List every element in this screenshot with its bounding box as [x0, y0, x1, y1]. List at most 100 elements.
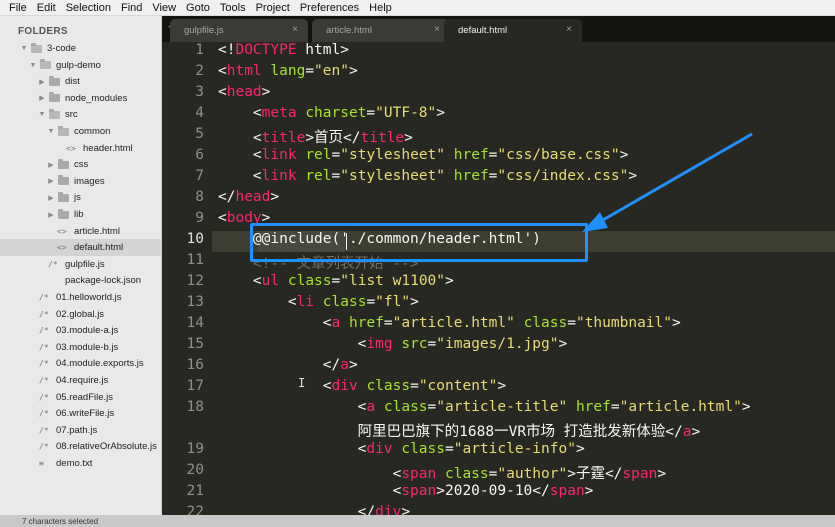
file-item[interactable]: /* 03.module-a.js [0, 322, 161, 339]
file-item[interactable]: /* 03.module-b.js [0, 339, 161, 356]
folder-icon [49, 92, 60, 103]
menu-item-help[interactable]: Help [364, 0, 397, 16]
file-item[interactable]: /* 05.readFile.js [0, 389, 161, 406]
expand-arrow-right-icon[interactable]: ▶ [38, 78, 46, 86]
code-line[interactable]: <!DOCTYPE html> [218, 42, 349, 63]
file-item[interactable]: /* gulpfile.js [0, 256, 161, 273]
code-line[interactable]: <title>首页</title> [218, 126, 413, 147]
code-line[interactable]: <ul class="list w1100"> [218, 273, 454, 294]
code-line[interactable]: <a href="article.html" class="thumbnail"… [218, 315, 681, 336]
code-line[interactable]: <meta charset="UTF-8"> [218, 105, 445, 126]
expand-arrow-down-icon[interactable]: ▼ [29, 61, 37, 69]
code-line[interactable]: </head> [218, 189, 279, 210]
file-item[interactable]: ≡ demo.txt [0, 455, 161, 472]
code-line[interactable]: </a> [218, 357, 358, 378]
expand-arrow-down-icon[interactable]: ▼ [38, 111, 46, 119]
code-line[interactable]: <a class="article-title" href="article.h… [218, 399, 751, 420]
code-line[interactable]: <html lang="en"> [218, 63, 358, 84]
file-item[interactable]: /* 06.writeFile.js [0, 405, 161, 422]
code-token: < [218, 130, 262, 146]
file-type-icon: /* [39, 392, 49, 402]
code-token: > [672, 315, 681, 331]
folder-open-icon [31, 42, 42, 53]
code-token: meta [261, 105, 297, 121]
folder-item[interactable]: ▶ css [0, 156, 161, 173]
expand-arrow-right-icon[interactable]: ▶ [47, 177, 55, 185]
file-item[interactable]: /* 04.module.exports.js [0, 355, 161, 372]
code-line[interactable]: <span>2020-09-10</span> [218, 483, 594, 504]
tab-close-icon[interactable]: × [434, 24, 440, 35]
menu-item-tools[interactable]: Tools [215, 0, 251, 16]
code-token: >首页</ [305, 130, 361, 146]
folder-item[interactable]: ▼ gulp-demo [0, 57, 161, 74]
file-item[interactable]: <> header.html [0, 140, 161, 157]
code-line[interactable]: <li class="fl"> [218, 294, 419, 315]
folder-item[interactable]: ▶ dist [0, 73, 161, 90]
tab-default-html[interactable]: default.html × [444, 19, 582, 42]
menu-item-goto[interactable]: Goto [181, 0, 215, 16]
file-type-icon: /* [39, 442, 49, 452]
code-token: span [622, 466, 658, 482]
menu-item-edit[interactable]: Edit [32, 0, 61, 16]
code-line[interactable]: </div> [218, 504, 410, 515]
expand-arrow-down-icon[interactable]: ▼ [47, 128, 55, 136]
tab-gulpfile-js[interactable]: gulpfile.js × [170, 19, 308, 42]
file-item[interactable]: /* 07.path.js [0, 422, 161, 439]
menu-item-project[interactable]: Project [251, 0, 295, 16]
code-line[interactable]: <link rel="stylesheet" href="css/index.c… [218, 168, 637, 189]
tree-item-label: 02.global.js [56, 308, 105, 320]
file-item[interactable]: /* 08.relativeOrAbsolute.js [0, 438, 161, 455]
file-item[interactable]: /* 02.global.js [0, 306, 161, 323]
code-token: "UTF-8" [375, 105, 437, 121]
code-line[interactable]: <div class="content"> [218, 378, 506, 399]
file-item[interactable]: <> default.html [0, 239, 161, 257]
expand-arrow-down-icon[interactable]: ▼ [20, 45, 28, 53]
code-token: = [610, 399, 620, 415]
file-item[interactable]: package-lock.json [0, 272, 161, 289]
code-line[interactable]: <img src="images/1.jpg"> [218, 336, 568, 357]
code-token: title [360, 130, 405, 146]
file-type-icon: /* [39, 293, 49, 302]
folder-item[interactable]: ▶ js [0, 189, 161, 206]
code-line[interactable]: <span class="author">子霆</span> [218, 462, 666, 483]
code-editor[interactable]: 1 2 3 4 5 6 7 8 9 10 11 12 13 14 15 16 17 18 19 20 21 22 <!DO… [162, 42, 835, 515]
tree-item-label: 01.helloworld.js [56, 292, 122, 303]
code-token: "css/base.css" [497, 147, 620, 163]
tree-item-label: 06.writeFile.js [56, 408, 115, 420]
menu-item-preferences[interactable]: Preferences [295, 0, 364, 16]
folder-item[interactable]: ▼ src [0, 106, 161, 123]
code-line[interactable]: <div class="article-info"> [218, 441, 585, 462]
code-line[interactable]: <link rel="stylesheet" href="css/base.cs… [218, 147, 628, 168]
file-item[interactable]: /* 04.require.js [0, 372, 161, 389]
file-item[interactable]: <> article.html [0, 223, 161, 240]
code-line[interactable]: 阿里巴巴旗下的1688一VR市场 打造批发新体验</a> [218, 420, 701, 441]
tab-close-icon[interactable]: × [566, 24, 572, 35]
code-line[interactable]: <head> [218, 84, 270, 105]
folder-item[interactable]: ▶ images [0, 173, 161, 190]
expand-arrow-right-icon[interactable]: ▶ [47, 161, 55, 169]
code-token: < [218, 294, 297, 310]
tab-article-html[interactable]: article.html × [312, 19, 450, 42]
menu-item-selection[interactable]: Selection [61, 0, 116, 16]
code-token: img [366, 336, 393, 352]
code-token: < [218, 336, 367, 352]
menu-item-find[interactable]: Find [116, 0, 147, 16]
file-item[interactable]: /* 01.helloworld.js [0, 289, 161, 306]
tab-close-icon[interactable]: × [292, 24, 298, 35]
folder-item[interactable]: ▼ 3-code [0, 40, 161, 57]
line-number: 2 [195, 63, 204, 79]
menu-item-file[interactable]: File [4, 0, 32, 16]
code-token: < [218, 84, 227, 100]
expand-arrow-right-icon[interactable]: ▶ [47, 211, 55, 219]
folder-item[interactable]: ▶ node_modules [0, 90, 161, 107]
expand-arrow-right-icon[interactable]: ▶ [38, 94, 46, 102]
expand-arrow-right-icon[interactable]: ▶ [47, 194, 55, 202]
tab-bar: ◀▶ gulpfile.js×article.html×default.html… [162, 16, 835, 42]
folder-item[interactable]: ▶ lib [0, 206, 161, 223]
tree-item-label: src [65, 109, 78, 121]
folder-item[interactable]: ▼ common [0, 123, 161, 140]
line-number-gutter: 1 2 3 4 5 6 7 8 9 10 11 12 13 14 15 16 17 18 19 20 21 22 [162, 42, 212, 515]
code-token: > [410, 294, 419, 310]
menu-item-view[interactable]: View [147, 0, 181, 16]
